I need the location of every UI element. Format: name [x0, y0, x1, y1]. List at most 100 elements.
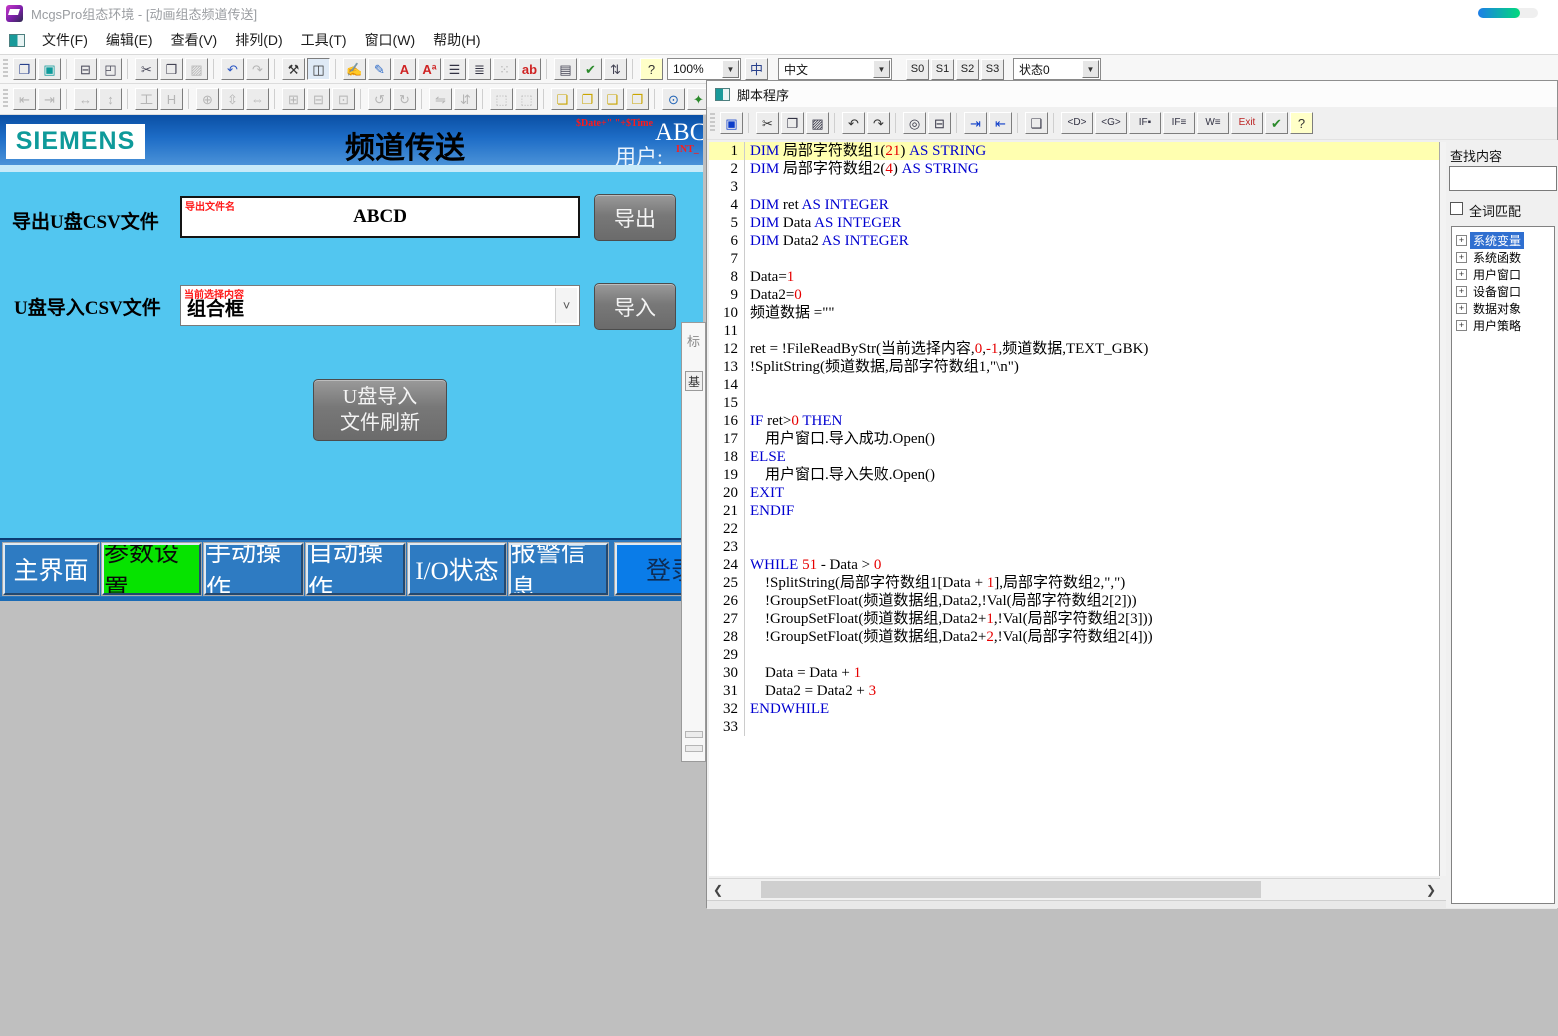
code-line[interactable]: 15: [709, 394, 1439, 412]
save-icon[interactable]: ▣: [720, 112, 743, 134]
window-center-h-icon[interactable]: ⊟: [307, 88, 330, 110]
comment-icon[interactable]: ❑: [1025, 112, 1048, 134]
font-case-icon[interactable]: Aª: [418, 58, 441, 80]
state-button[interactable]: S2: [956, 59, 979, 80]
paste-icon[interactable]: ▨: [185, 58, 208, 80]
expand-icon[interactable]: +: [1456, 252, 1467, 263]
expand-icon[interactable]: +: [1456, 286, 1467, 297]
code-line[interactable]: 27 !GroupSetFloat(频道数据组,Data2+1,!Val(局部字…: [709, 610, 1439, 628]
tree-item-user-strategies[interactable]: + 用户策略: [1452, 317, 1554, 334]
anim-config-icon[interactable]: ✍: [343, 58, 366, 80]
code-line[interactable]: 20EXIT: [709, 484, 1439, 502]
text-lines-icon[interactable]: ☰: [443, 58, 466, 80]
undo-icon[interactable]: ↶: [221, 58, 244, 80]
code-line[interactable]: 31 Data2 = Data2 + 3: [709, 682, 1439, 700]
code-line[interactable]: 23: [709, 538, 1439, 556]
device-config-icon[interactable]: ✎: [368, 58, 391, 80]
while-block-icon[interactable]: W≡: [1197, 112, 1229, 134]
help-icon[interactable]: ?: [1290, 112, 1313, 134]
indent-left-icon[interactable]: ⇤: [989, 112, 1012, 134]
script-window-titlebar[interactable]: 脚本程序: [707, 81, 1557, 107]
code-line[interactable]: 10频道数据 ="": [709, 304, 1439, 322]
if-then-block-icon[interactable]: IF▪: [1129, 112, 1161, 134]
new-window-icon[interactable]: ❐: [13, 58, 36, 80]
property-page-icon[interactable]: ▤: [554, 58, 577, 80]
same-height-icon[interactable]: ⇳: [221, 88, 244, 110]
if-else-block-icon[interactable]: IF≡: [1163, 112, 1195, 134]
code-line[interactable]: 22: [709, 520, 1439, 538]
import-button[interactable]: 导入: [594, 283, 676, 330]
spellcheck-abc-icon[interactable]: ab: [518, 58, 541, 80]
code-horizontal-scrollbar[interactable]: ❮ ❯: [709, 878, 1440, 900]
code-line[interactable]: 7: [709, 250, 1439, 268]
redo-icon[interactable]: ↷: [867, 112, 890, 134]
align-right-icon[interactable]: ⇥: [38, 88, 61, 110]
undo-icon[interactable]: ↶: [842, 112, 865, 134]
hmi-canvas[interactable]: SIEMENS 频道传送 $Date+" "+$Time ABC 用户: INT…: [0, 115, 703, 601]
code-line[interactable]: 8Data=1: [709, 268, 1439, 286]
code-line[interactable]: 32ENDWHILE: [709, 700, 1439, 718]
code-line[interactable]: 25 !SplitString(局部字符数组1[Data + 1],局部字符数组…: [709, 574, 1439, 592]
menu-item[interactable]: 编辑(E): [97, 26, 162, 54]
code-line[interactable]: 2DIM 局部字符数组2(4) AS STRING: [709, 160, 1439, 178]
code-line[interactable]: 24WHILE 51 - Data > 0: [709, 556, 1439, 574]
code-line[interactable]: 13!SplitString(频道数据,局部字符数组1,"\n"): [709, 358, 1439, 376]
code-line[interactable]: 6DIM Data2 AS INTEGER: [709, 232, 1439, 250]
align-left-icon[interactable]: ⇤: [13, 88, 36, 110]
rotate-right-icon[interactable]: ↻: [393, 88, 416, 110]
state-button[interactable]: S1: [931, 59, 954, 80]
toolbar-grip[interactable]: [3, 59, 8, 79]
nav-button-auto[interactable]: 自动操作: [306, 543, 405, 595]
code-line[interactable]: 16IF ret>0 THEN: [709, 412, 1439, 430]
code-line[interactable]: 21ENDIF: [709, 502, 1439, 520]
ungroup-icon[interactable]: ⬚: [515, 88, 538, 110]
zoom-select-arrow[interactable]: ▼: [722, 60, 739, 78]
center-vertical-icon[interactable]: 工: [135, 88, 158, 110]
tree-item-system-variables[interactable]: + 系统变量: [1452, 232, 1554, 249]
text-list-icon[interactable]: ≣: [468, 58, 491, 80]
insert-data-icon[interactable]: <D>: [1061, 112, 1093, 134]
toolbar-grip[interactable]: [710, 113, 715, 133]
move-forward-icon[interactable]: ❑: [601, 88, 624, 110]
sort-order-icon[interactable]: ⇅: [604, 58, 627, 80]
code-line[interactable]: 4DIM ret AS INTEGER: [709, 196, 1439, 214]
dialog-tab-fragment[interactable]: 基: [685, 371, 703, 391]
dots-grid-icon[interactable]: ⁙: [493, 58, 516, 80]
expand-icon[interactable]: +: [1456, 269, 1467, 280]
same-width-icon[interactable]: ⇔: [246, 88, 269, 110]
exit-block-icon[interactable]: Exit: [1231, 112, 1263, 134]
copy-icon[interactable]: ❐: [781, 112, 804, 134]
nav-button-params[interactable]: 参数设置: [102, 543, 201, 595]
lock-icon[interactable]: ⊙: [662, 88, 685, 110]
menu-item[interactable]: 窗口(W): [356, 26, 425, 54]
rotate-left-icon[interactable]: ↺: [368, 88, 391, 110]
code-line[interactable]: 14: [709, 376, 1439, 394]
export-filename-input[interactable]: 导出文件名 ABCD: [180, 196, 580, 238]
expand-icon[interactable]: +: [1456, 235, 1467, 246]
center-horizontal-icon[interactable]: H: [160, 88, 183, 110]
syntax-check-icon[interactable]: ✔: [1265, 112, 1288, 134]
cut-icon[interactable]: ✂: [756, 112, 779, 134]
toolbox-icon[interactable]: ⚒: [282, 58, 305, 80]
code-line[interactable]: 11: [709, 322, 1439, 340]
code-line[interactable]: 18ELSE: [709, 448, 1439, 466]
nav-button-alarm[interactable]: 报警信息: [509, 543, 608, 595]
expand-icon[interactable]: +: [1456, 303, 1467, 314]
space-horizontal-icon[interactable]: ↔: [74, 88, 97, 110]
menu-item[interactable]: 排列(D): [226, 26, 291, 54]
code-line[interactable]: 9Data2=0: [709, 286, 1439, 304]
status-select-arrow[interactable]: ▼: [1082, 60, 1099, 78]
nav-button-io[interactable]: I/O状态: [408, 543, 506, 595]
code-line[interactable]: 28 !GroupSetFloat(频道数据组,Data2+2,!Val(局部字…: [709, 628, 1439, 646]
toolbar-grip[interactable]: [3, 89, 8, 109]
flip-vertical-icon[interactable]: ⇵: [454, 88, 477, 110]
menu-item[interactable]: 查看(V): [162, 26, 227, 54]
state-button[interactable]: S0: [906, 59, 929, 80]
nav-button-manual[interactable]: 手动操作: [204, 543, 303, 595]
menu-item[interactable]: 帮助(H): [424, 26, 489, 54]
language-select-arrow[interactable]: ▼: [873, 60, 890, 78]
whole-word-checkbox[interactable]: [1450, 202, 1463, 215]
scroll-right-arrow[interactable]: ❯: [1422, 879, 1440, 900]
insert-function-icon[interactable]: <G>: [1095, 112, 1127, 134]
export-button[interactable]: 导出: [594, 194, 676, 241]
